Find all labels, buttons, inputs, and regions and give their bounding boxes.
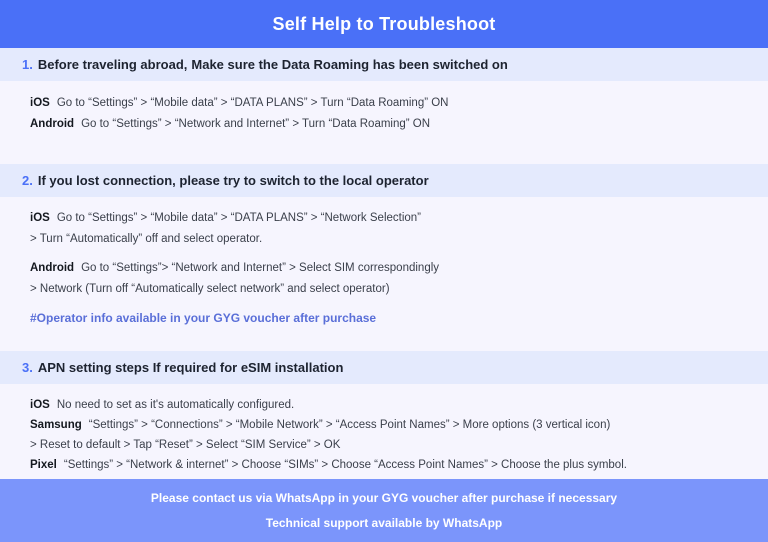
platform-label: iOS (30, 212, 50, 224)
section-2-body: iOS Go to “Settings” > “Mobile data” > “D… (0, 197, 768, 341)
platform-steps: Go to “Settings”> “Network and Internet”… (81, 262, 440, 274)
platform-label: Pixel (30, 459, 57, 471)
section-1: 1. Before traveling abroad, Make sure th… (0, 48, 768, 145)
section-3-row-ios: iOS No need to set as it's automatically … (30, 395, 746, 415)
page-footer: Please contact us via WhatsApp in your G… (0, 479, 768, 542)
page-header: Self Help to Troubleshoot (0, 0, 768, 48)
footer-support-line: Technical support available by WhatsApp (265, 515, 503, 530)
section-1-number: 1. (22, 57, 33, 72)
platform-label: iOS (30, 399, 50, 411)
section-2-row-android: Android Go to “Settings”> “Network and In… (30, 258, 746, 279)
platform-label: Samsung (30, 419, 82, 431)
platform-label: Android (30, 262, 75, 274)
section-2-row-ios: iOS Go to “Settings” > “Mobile data” > “D… (30, 208, 746, 229)
platform-steps: Go to “Settings” > “Network and Internet… (81, 118, 431, 130)
section-1-heading-strong: Before traveling abroad, (37, 57, 188, 72)
page-title: Self Help to Troubleshoot (272, 13, 496, 34)
row-spacer (30, 250, 746, 258)
platform-label: Android (30, 118, 75, 130)
content-area: 1. Before traveling abroad, Make sure th… (0, 48, 768, 479)
section-2-operator-note: #Operator info available in your GYG vou… (30, 311, 377, 325)
section-1-heading-rest: Make sure the Data Roaming has been swit… (191, 57, 508, 72)
section-2-number: 2. (22, 173, 33, 188)
section-1-heading: 1. Before traveling abroad, Make sure th… (0, 48, 768, 81)
section-1-body: iOS Go to “Settings” > “Mobile data” > “D… (0, 81, 768, 145)
platform-steps: Go to “Settings” > “Mobile data” > “DATA… (56, 212, 422, 224)
platform-steps: No need to set as it's automatically con… (56, 399, 295, 411)
section-2-heading-strong: If you lost connection, please try to sw… (37, 173, 429, 188)
troubleshoot-infographic: Self Help to Troubleshoot 1. Before trav… (0, 0, 768, 542)
section-3-row-samsung-continuation: > Reset to default > Tap “Reset” > Selec… (30, 439, 341, 451)
section-3-heading: 3. APN setting steps If required for eSI… (0, 351, 768, 384)
section-3: 3. APN setting steps If required for eSI… (0, 351, 768, 479)
section-2: 2. If you lost connection, please try to… (0, 164, 768, 341)
section-2-row-android-continuation: > Network (Turn off “Automatically selec… (30, 283, 390, 295)
platform-steps: “Settings” > “Network & internet” > Choo… (63, 459, 627, 471)
section-1-row-android: Android Go to “Settings” > “Network and I… (30, 114, 746, 135)
section-3-row-pixel: Pixel “Settings” > “Network & internet” >… (30, 455, 746, 475)
platform-steps: “Settings” > “Connections” > “Mobile Net… (88, 419, 611, 431)
section-3-heading-strong: APN setting steps If required for eSIM i… (37, 360, 344, 375)
section-3-row-samsung: Samsung “Settings” > “Connections” > “Mob… (30, 415, 746, 435)
section-3-body: iOS No need to set as it's automatically … (0, 384, 768, 479)
section-3-number: 3. (22, 360, 33, 375)
platform-label: iOS (30, 97, 50, 109)
footer-contact-line: Please contact us via WhatsApp in your G… (150, 490, 618, 505)
section-1-row-ios: iOS Go to “Settings” > “Mobile data” > “D… (30, 93, 746, 114)
section-2-heading: 2. If you lost connection, please try to… (0, 164, 768, 197)
platform-steps: Go to “Settings” > “Mobile data” > “DATA… (56, 97, 449, 109)
section-2-row-ios-continuation: > Turn “Automatically” off and select op… (30, 233, 263, 245)
